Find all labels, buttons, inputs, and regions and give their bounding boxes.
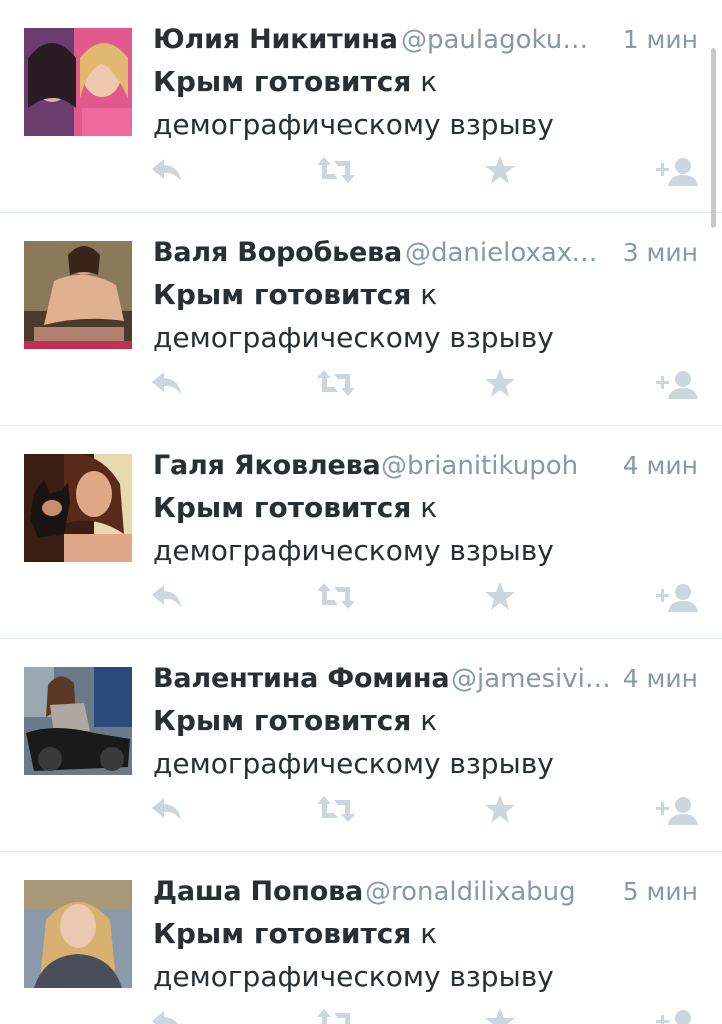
follow-user-icon[interactable] bbox=[654, 1007, 698, 1024]
reply-icon[interactable] bbox=[150, 581, 194, 621]
favorite-star-icon[interactable] bbox=[484, 368, 528, 408]
tweet-item[interactable]: Галя Яковлева @brianitikupoh 4 мин Крым … bbox=[0, 426, 722, 639]
tweet-header: Юлия Никитина @paulagokunof 1 мин bbox=[153, 20, 698, 60]
favorite-star-icon[interactable] bbox=[484, 155, 528, 195]
follow-user-icon[interactable] bbox=[654, 155, 698, 195]
tweet-header: Валя Воробьева @danieloxaxeg... 3 мин bbox=[153, 233, 698, 273]
retweet-icon[interactable] bbox=[316, 368, 360, 408]
tweet-time[interactable]: 5 мин bbox=[623, 872, 698, 912]
tweet-text: Крым готовится к демографическому взрыву bbox=[153, 273, 673, 359]
tweet-text: Крым готовится к демографическому взрыву bbox=[153, 912, 673, 998]
tweet-item[interactable]: Даша Попова @ronaldilixabug 5 мин Крым г… bbox=[0, 852, 722, 1024]
tweet-link-text[interactable]: Крым готовится bbox=[153, 278, 411, 311]
retweet-icon[interactable] bbox=[316, 1007, 360, 1024]
tweet-item[interactable]: Юлия Никитина @paulagokunof 1 мин Крым г… bbox=[0, 0, 722, 213]
follow-user-icon[interactable] bbox=[654, 368, 698, 408]
tweet-timeline[interactable]: Юлия Никитина @paulagokunof 1 мин Крым г… bbox=[0, 0, 722, 1024]
author-name[interactable]: Валентина Фомина bbox=[153, 659, 450, 699]
retweet-icon[interactable] bbox=[316, 794, 360, 834]
author-handle[interactable]: @paulagokunof bbox=[401, 20, 601, 60]
avatar[interactable] bbox=[24, 241, 132, 349]
favorite-star-icon[interactable] bbox=[484, 1007, 528, 1024]
tweet-time[interactable]: 4 мин bbox=[623, 446, 698, 486]
tweet-actions bbox=[0, 1007, 722, 1024]
favorite-star-icon[interactable] bbox=[484, 581, 528, 621]
tweet-time[interactable]: 4 мин bbox=[623, 659, 698, 699]
tweet-time[interactable]: 1 мин bbox=[623, 20, 698, 60]
tweet-item[interactable]: Валентина Фомина @jamesivig... 4 мин Кры… bbox=[0, 639, 722, 852]
author-name[interactable]: Юлия Никитина bbox=[153, 20, 398, 60]
retweet-icon[interactable] bbox=[316, 581, 360, 621]
author-handle[interactable]: @jamesivig... bbox=[451, 659, 616, 699]
tweet-link-text[interactable]: Крым готовится bbox=[153, 65, 411, 98]
retweet-icon[interactable] bbox=[316, 155, 360, 195]
author-name[interactable]: Даша Попова bbox=[153, 872, 363, 912]
tweet-text: Крым готовится к демографическому взрыву bbox=[153, 60, 673, 146]
tweet-header: Даша Попова @ronaldilixabug 5 мин bbox=[153, 872, 698, 912]
tweet-time[interactable]: 3 мин bbox=[623, 233, 698, 273]
author-name[interactable]: Валя Воробьева bbox=[153, 233, 402, 273]
tweet-actions bbox=[0, 794, 722, 834]
favorite-star-icon[interactable] bbox=[484, 794, 528, 834]
tweet-link-text[interactable]: Крым готовится bbox=[153, 491, 411, 524]
follow-user-icon[interactable] bbox=[654, 794, 698, 834]
author-handle[interactable]: @danieloxaxeg... bbox=[405, 233, 610, 273]
follow-user-icon[interactable] bbox=[654, 581, 698, 621]
tweet-actions bbox=[0, 581, 722, 621]
tweet-actions bbox=[0, 155, 722, 195]
reply-icon[interactable] bbox=[150, 155, 194, 195]
avatar[interactable] bbox=[24, 454, 132, 562]
author-handle[interactable]: @brianitikupoh bbox=[381, 446, 578, 486]
author-name[interactable]: Галя Яковлева bbox=[153, 446, 381, 486]
tweet-item[interactable]: Валя Воробьева @danieloxaxeg... 3 мин Кр… bbox=[0, 213, 722, 426]
reply-icon[interactable] bbox=[150, 794, 194, 834]
tweet-text: Крым готовится к демографическому взрыву bbox=[153, 699, 673, 785]
tweet-header: Галя Яковлева @brianitikupoh 4 мин bbox=[153, 446, 698, 486]
avatar[interactable] bbox=[24, 880, 132, 988]
tweet-link-text[interactable]: Крым готовится bbox=[153, 917, 411, 950]
scrollbar[interactable] bbox=[711, 48, 716, 228]
tweet-link-text[interactable]: Крым готовится bbox=[153, 704, 411, 737]
tweet-actions bbox=[0, 368, 722, 408]
avatar[interactable] bbox=[24, 28, 132, 136]
reply-icon[interactable] bbox=[150, 368, 194, 408]
reply-icon[interactable] bbox=[150, 1007, 194, 1024]
tweet-header: Валентина Фомина @jamesivig... 4 мин bbox=[153, 659, 698, 699]
tweet-text: Крым готовится к демографическому взрыву bbox=[153, 486, 673, 572]
author-handle[interactable]: @ronaldilixabug bbox=[365, 872, 576, 912]
avatar[interactable] bbox=[24, 667, 132, 775]
